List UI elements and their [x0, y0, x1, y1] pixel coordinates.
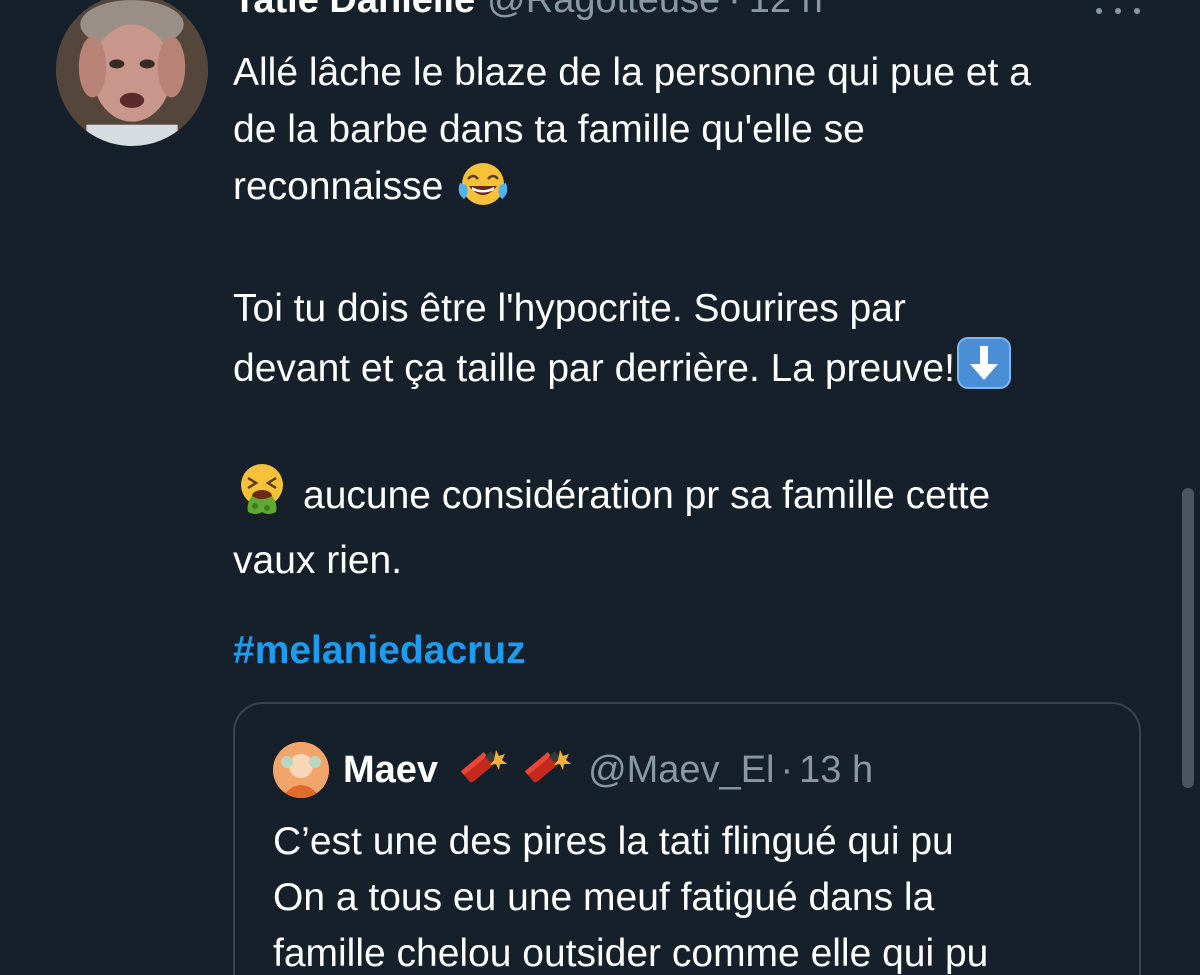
- quoted-separator: ·: [780, 748, 794, 791]
- more-options-button[interactable]: [1096, 0, 1140, 22]
- more-horizontal-icon: [1096, 8, 1102, 14]
- firecracker-icon: [454, 740, 508, 800]
- firecracker-icon: [518, 740, 572, 800]
- quoted-line: famille chelou outsider comme elle qui p…: [273, 932, 989, 975]
- down-arrow-icon: [956, 337, 1011, 405]
- tweet-paragraph: Toi tu dois être l'hypocrite. Sourires p…: [233, 280, 1153, 405]
- more-dot: [1115, 8, 1121, 14]
- quoted-timestamp[interactable]: 13 h: [799, 749, 873, 792]
- author-avatar[interactable]: [56, 0, 208, 146]
- avatar-photo: [56, 0, 208, 146]
- tweet-paragraph: Allé lâche le blaze de la personne qui p…: [233, 44, 1153, 223]
- header-separator: ·: [728, 0, 741, 21]
- author-handle[interactable]: @Ragotteuse: [487, 0, 720, 30]
- tweet-text: Allé lâche le blaze de la personne qui p…: [233, 44, 1153, 589]
- tweet-line: vaux rien.: [233, 539, 403, 582]
- quoted-line: On a tous eu une meuf fatigué dans la: [273, 876, 935, 919]
- tweet-line: reconnaisse: [233, 165, 444, 208]
- more-dot: [1134, 8, 1140, 14]
- tweet-line: Allé lâche le blaze de la personne qui p…: [233, 51, 1031, 94]
- quoted-author-handle[interactable]: @Maev_El: [588, 749, 774, 792]
- face-with-tears-of-joy-icon: [456, 161, 510, 223]
- tweet-line: Toi tu dois être l'hypocrite. Sourires p…: [233, 287, 906, 330]
- tweet-screen: Tatie Danielle @Ragotteuse · 12 h Allé l…: [0, 0, 1200, 975]
- face-vomiting-icon: [235, 462, 289, 532]
- quoted-tweet-header: Maev @Maev_El · 13 h: [273, 742, 873, 798]
- tweet-timestamp[interactable]: 12 h: [749, 0, 823, 30]
- quoted-tweet-text: C’est une des pires la tati flingué qui …: [273, 814, 1123, 975]
- quoted-author-avatar[interactable]: [273, 742, 329, 798]
- scrollbar-thumb[interactable]: [1182, 488, 1194, 788]
- tweet-line: de la barbe dans ta famille qu'elle se: [233, 108, 865, 151]
- tweet-line: devant et ça taille par derrière. La pre…: [233, 347, 955, 390]
- author-name[interactable]: Tatie Danielle: [233, 0, 475, 30]
- quoted-name-emojis: [452, 740, 574, 800]
- quoted-tweet[interactable]: Maev @Maev_El · 13 h C’est une des pires…: [233, 702, 1141, 975]
- tweet-header: Tatie Danielle @Ragotteuse · 12 h: [233, 0, 823, 30]
- hashtag-link[interactable]: #melaniedacruz: [233, 622, 526, 679]
- tweet-paragraph: aucune considération pr sa famille cette…: [233, 462, 1153, 589]
- quoted-author-name[interactable]: Maev: [343, 749, 438, 792]
- quoted-line: C’est une des pires la tati flingué qui …: [273, 820, 954, 863]
- tweet-line: aucune considération pr sa famille cette: [303, 474, 991, 517]
